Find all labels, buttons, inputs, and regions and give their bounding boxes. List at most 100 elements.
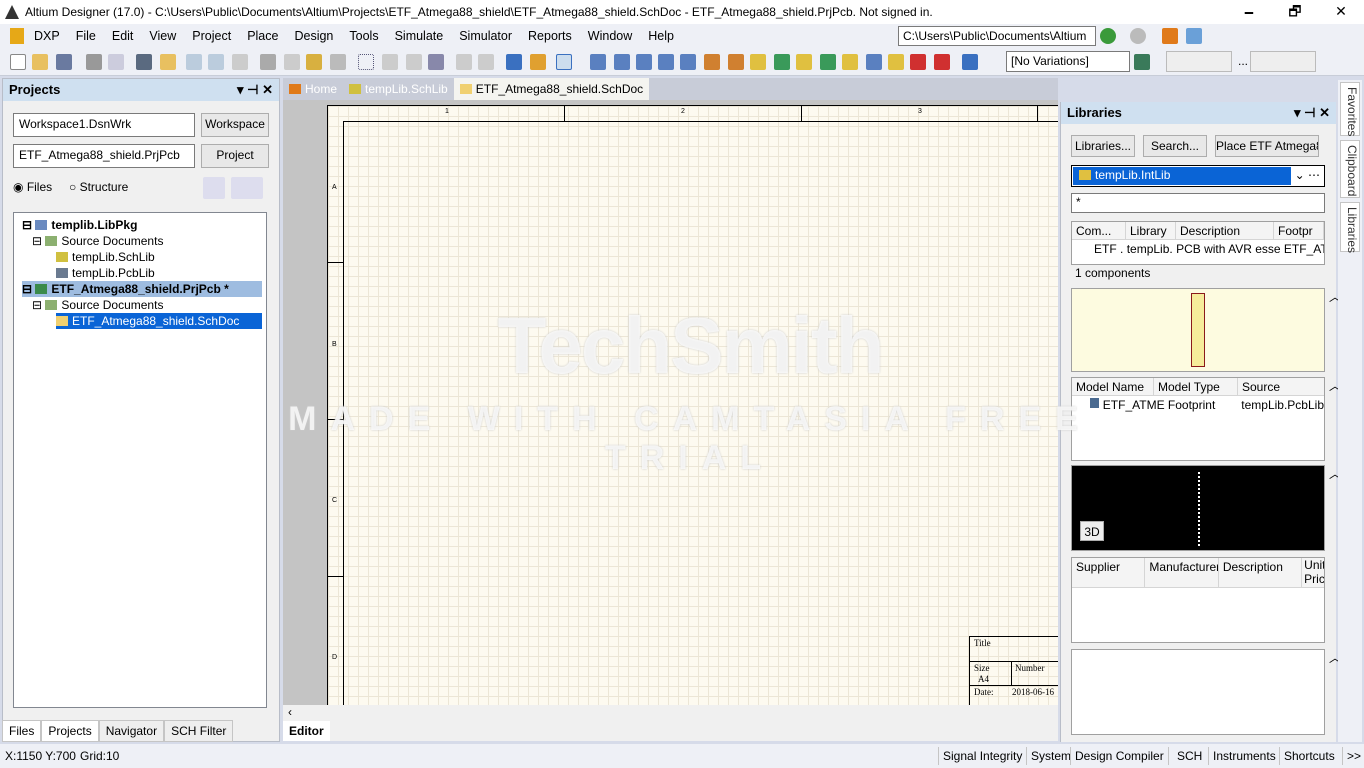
col-manufacturer[interactable]: Manufacturer (1145, 558, 1219, 587)
harness-icon[interactable] (888, 54, 904, 70)
home-icon[interactable] (1162, 28, 1178, 44)
vcc-icon[interactable] (728, 54, 744, 70)
tab-favorites[interactable]: Favorites (1340, 82, 1360, 136)
col-model-name[interactable]: Model Name (1072, 378, 1154, 395)
bus-icon[interactable] (614, 54, 630, 70)
panel-controls[interactable]: ▾ ⊣ ✕ (237, 82, 273, 98)
project-options-icon[interactable] (231, 177, 263, 199)
project-field[interactable]: ETF_Atmega88_shield.PrjPcb (13, 144, 195, 168)
compile-mask-icon[interactable] (934, 54, 950, 70)
schematic-editor[interactable]: 1 2 3 A B C D Title Size A4 Number Date:… (283, 100, 1058, 705)
variations-dropdown[interactable]: [No Variations] (1006, 51, 1130, 72)
status-tab-shortcuts[interactable]: Shortcuts (1279, 747, 1339, 765)
copy-icon[interactable] (284, 54, 300, 70)
menu-reports[interactable]: Reports (520, 29, 580, 43)
toolbar-ellipsis[interactable]: ... (1238, 54, 1248, 68)
tab-libraries[interactable]: Libraries (1340, 202, 1360, 253)
move-icon[interactable] (382, 54, 398, 70)
open-document-icon[interactable] (160, 54, 176, 70)
tab-editor[interactable]: Editor (283, 721, 330, 741)
status-tab-signal-integrity[interactable]: Signal Integrity (938, 747, 1026, 765)
component-row[interactable]: ETF . tempLib. PCB with AVR esse ETF_ATM… (1072, 240, 1324, 256)
tab-home[interactable]: Home (283, 78, 343, 100)
select-icon[interactable] (358, 54, 374, 70)
zoom-fit-icon[interactable] (186, 54, 202, 70)
pen-icon[interactable] (962, 54, 978, 70)
menu-window[interactable]: Window (580, 29, 640, 43)
no-erc-icon[interactable] (910, 54, 926, 70)
port-icon[interactable] (842, 54, 858, 70)
net-label-icon[interactable] (658, 54, 674, 70)
menu-project[interactable]: Project (184, 29, 239, 43)
gnd-icon[interactable] (704, 54, 720, 70)
tree-item-source-documents[interactable]: ⊟ Source Documents (32, 233, 163, 249)
col-component[interactable]: Com... (1072, 222, 1126, 239)
sheet-symbol-icon[interactable] (774, 54, 790, 70)
variant-manager-icon[interactable] (1134, 54, 1150, 70)
device-sheet-icon[interactable] (820, 54, 836, 70)
menu-design[interactable]: Design (286, 29, 341, 43)
search-button[interactable]: Search... (1143, 135, 1207, 157)
tree-item-prjpcb[interactable]: ⊟ ETF_Atmega88_shield.PrjPcb * (22, 281, 262, 297)
panel-controls[interactable]: ▾ ⊣ ✕ (1294, 105, 1330, 121)
part-icon[interactable] (750, 54, 766, 70)
undo-icon[interactable] (456, 54, 472, 70)
cross-probe-icon[interactable] (530, 54, 546, 70)
menu-file[interactable]: File (68, 29, 104, 43)
col-footprint[interactable]: Footpr (1274, 222, 1324, 239)
browse-component-icon[interactable] (556, 54, 572, 70)
menu-help[interactable]: Help (640, 29, 682, 43)
place-component-button[interactable]: Place ETF Atmega88 (1215, 135, 1319, 157)
forward-icon[interactable] (1130, 28, 1146, 44)
menu-simulate[interactable]: Simulate (387, 29, 452, 43)
status-tab-design-compiler[interactable]: Design Compiler (1070, 747, 1168, 765)
clear-filter-icon[interactable] (428, 54, 444, 70)
open-icon[interactable] (32, 54, 48, 70)
refresh-project-icon[interactable] (203, 177, 225, 199)
col-library[interactable]: Library (1126, 222, 1176, 239)
col-model-type[interactable]: Model Type (1154, 378, 1238, 395)
tab-schdoc[interactable]: ETF_Atmega88_shield.SchDoc (453, 78, 650, 100)
status-tab-sch[interactable]: SCH (1168, 747, 1210, 765)
tree-item-pcblib[interactable]: tempLib.PcbLib (56, 265, 155, 281)
tab-files[interactable]: Files (2, 720, 42, 742)
status-tab-instruments[interactable]: Instruments (1208, 747, 1280, 765)
structure-radio[interactable]: ○ Structure (69, 180, 128, 194)
col-supplier-description[interactable]: Description (1219, 558, 1303, 587)
menu-simulator[interactable]: Simulator (451, 29, 520, 43)
print-icon[interactable] (86, 54, 102, 70)
col-source[interactable]: Source (1238, 378, 1324, 395)
project-button[interactable]: Project (201, 144, 269, 168)
menu-tools[interactable]: Tools (341, 29, 386, 43)
cut-icon[interactable] (260, 54, 276, 70)
menu-edit[interactable]: Edit (104, 29, 142, 43)
tree-item-source-documents-2[interactable]: ⊟ Source Documents (32, 297, 163, 313)
col-supplier[interactable]: Supplier (1072, 558, 1146, 587)
wire-icon[interactable] (590, 54, 606, 70)
files-radio[interactable]: ◉ Files (13, 180, 52, 194)
tab-sch-filter[interactable]: SCH Filter (164, 720, 234, 742)
bus-entry-icon[interactable] (636, 54, 652, 70)
minimize-button[interactable]: 🗕 (1226, 0, 1272, 24)
zoom-area-icon[interactable] (208, 54, 224, 70)
menu-place[interactable]: Place (239, 29, 286, 43)
redo-icon[interactable] (478, 54, 494, 70)
3d-button[interactable]: 3D (1080, 521, 1104, 541)
library-dropdown[interactable]: tempLib.IntLib ⌄ ⋯ (1071, 165, 1325, 187)
workspace-dropdown[interactable]: Workspace1.DsnWrk (13, 113, 195, 137)
net-name-icon[interactable] (680, 54, 696, 70)
menu-view[interactable]: View (141, 29, 184, 43)
new-icon[interactable] (10, 54, 26, 70)
model-row[interactable]: ETF_ATME Footprint tempLib.PcbLib (1072, 396, 1324, 412)
status-tab-more[interactable]: >> (1342, 747, 1364, 765)
back-icon[interactable] (1100, 28, 1116, 44)
filter-dropdown[interactable]: * (1071, 193, 1325, 213)
paste-icon[interactable] (306, 54, 322, 70)
schematic-sheet[interactable]: 1 2 3 A B C D Title Size A4 Number Date:… (327, 105, 1058, 705)
empty-dropdown-2[interactable] (1250, 51, 1316, 72)
empty-dropdown-1[interactable] (1166, 51, 1232, 72)
refresh-icon[interactable] (1186, 28, 1202, 44)
horizontal-scrollbar[interactable]: ‹ (283, 705, 1058, 721)
rubber-stamp-icon[interactable] (330, 54, 346, 70)
tree-item-schdoc[interactable]: ETF_Atmega88_shield.SchDoc (56, 313, 262, 329)
